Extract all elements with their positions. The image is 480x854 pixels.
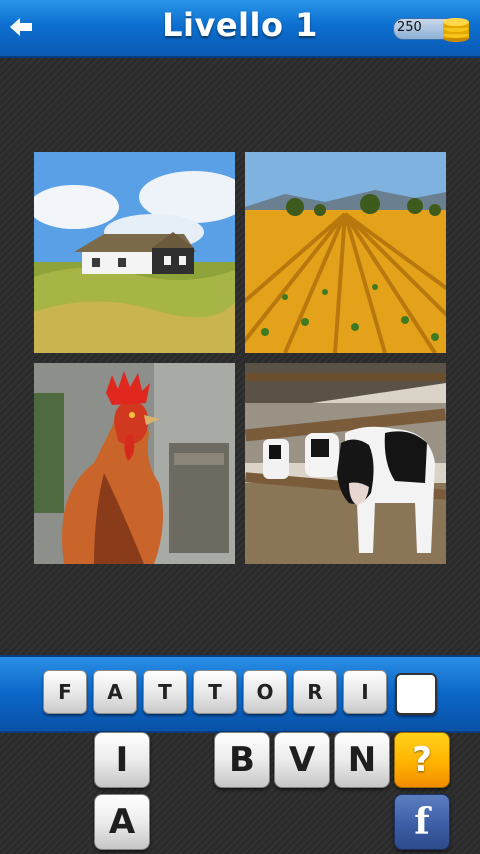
answer-slot-3[interactable]: T [143, 670, 187, 714]
letter-key-a[interactable]: A [94, 794, 150, 850]
letter-key-n[interactable]: N [334, 732, 390, 788]
letter-key-b[interactable]: B [214, 732, 270, 788]
facebook-button[interactable]: f [394, 794, 450, 850]
answer-slot-2[interactable]: A [93, 670, 137, 714]
letter-key-i[interactable]: I [94, 732, 150, 788]
answer-slot-8[interactable] [395, 673, 437, 715]
coin-stack-icon [443, 18, 469, 42]
photo-cows[interactable] [245, 363, 446, 564]
answer-slot-7[interactable]: I [343, 670, 387, 714]
answer-slot-5[interactable]: O [243, 670, 287, 714]
top-bar: Livello 1 250 [0, 0, 480, 58]
photo-field[interactable] [245, 152, 446, 353]
letter-key-v[interactable]: V [274, 732, 330, 788]
coin-count: 250 [397, 20, 422, 35]
answer-slot-4[interactable]: T [193, 670, 237, 714]
hint-button[interactable]: ? [394, 732, 450, 788]
answer-slot-1[interactable]: F [43, 670, 87, 714]
photo-rooster[interactable] [34, 363, 235, 564]
photo-house[interactable] [34, 152, 235, 353]
answer-slot-6[interactable]: R [293, 670, 337, 714]
facebook-icon: f [414, 801, 430, 843]
